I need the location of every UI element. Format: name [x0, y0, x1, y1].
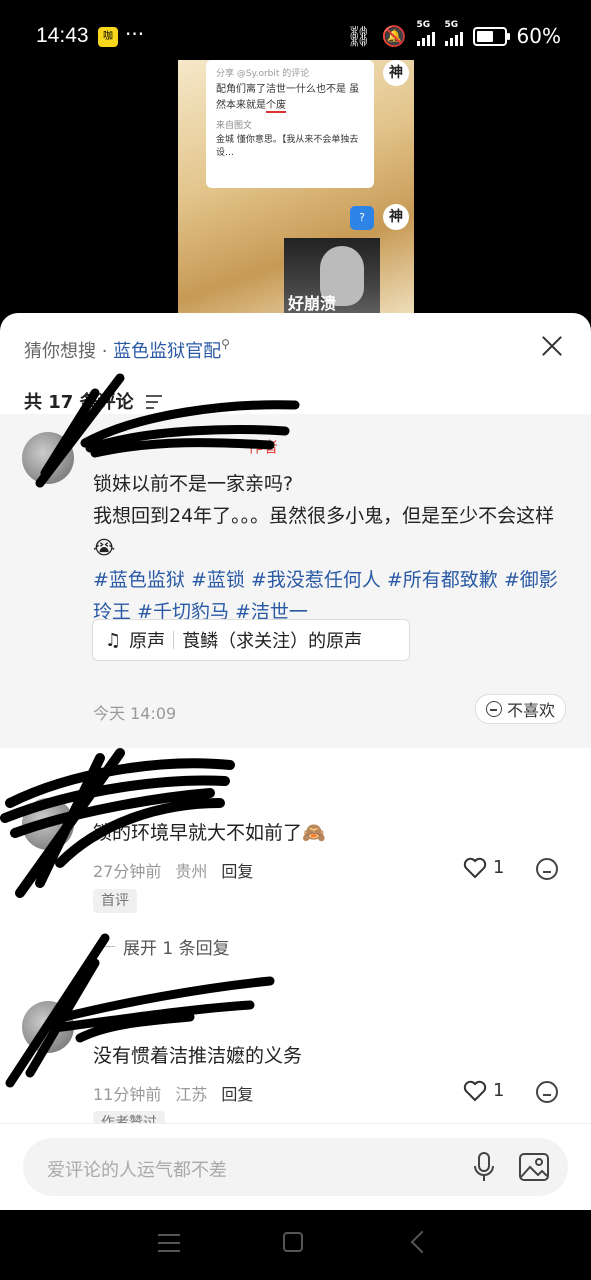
signal-icon: 5G: [416, 20, 435, 46]
meh-face-icon: [486, 701, 502, 717]
search-icon: ⚲: [221, 337, 230, 351]
sort-icon[interactable]: [146, 395, 162, 413]
avatar[interactable]: [22, 1001, 74, 1053]
comment-meta: 27分钟前 贵州 回复: [93, 858, 253, 882]
first-comment-tag: 首评: [93, 889, 137, 913]
god-avatar-icon: 神: [383, 60, 409, 86]
music-note-icon: ♫: [105, 629, 122, 651]
comment-text: 锁妹以前不是一家亲吗? 我想回到24年了。。。虽然很多小鬼，但是至少不会这样😭 …: [93, 468, 563, 628]
comment-input-bar: 爱评论的人运气都不差: [0, 1123, 591, 1210]
dislike-button[interactable]: 不喜欢: [475, 694, 567, 724]
avatar[interactable]: [22, 432, 74, 484]
suggested-query[interactable]: 蓝色监狱官配: [113, 341, 221, 362]
battery-icon: [472, 26, 510, 46]
comment-count: 共 17 条评论: [24, 392, 134, 413]
search-suggestion[interactable]: 猜你想搜 · 蓝色监狱官配⚲: [24, 337, 230, 363]
avatar[interactable]: [22, 798, 74, 850]
meh-face-icon[interactable]: [536, 858, 558, 880]
battery-percent: 60%: [516, 24, 561, 48]
comment-meta: 11分钟前 江苏 回复: [93, 1081, 253, 1105]
comment-text: 锁的环境早就大不如前了🙈: [93, 822, 326, 844]
share-line: 分享 @Sy.orbit 的评论: [216, 69, 310, 79]
question-bubble: ?: [350, 206, 374, 230]
manga-panel: 好崩溃: [284, 238, 380, 320]
like-count: 1: [493, 1080, 505, 1101]
app-notification-icon: 咖: [98, 27, 118, 47]
manga-caption: 好崩溃: [288, 294, 337, 313]
microphone-icon[interactable]: [473, 1152, 495, 1182]
mute-icon: 🔕: [381, 24, 407, 48]
image-icon[interactable]: [519, 1153, 549, 1181]
link-icon: ⛓: [346, 24, 372, 48]
quoted-text: 金城 懂你意思。【我从来不会单独去设…: [216, 135, 359, 158]
author-badge: 作者: [248, 438, 279, 456]
meh-face-icon[interactable]: [536, 1081, 558, 1103]
comment-time: 今天 14:09: [93, 704, 177, 723]
chat-card: 分享 @Sy.orbit 的评论 配角们离了洁世一什么也不是 虽然本来就是个废 …: [206, 60, 374, 188]
close-button[interactable]: [539, 333, 565, 359]
reply-button[interactable]: 回复: [221, 858, 253, 882]
more-notifications-icon: ···: [125, 22, 145, 46]
like-count: 1: [493, 857, 505, 878]
from-label: 来自图文: [216, 121, 253, 131]
system-nav-bar: [0, 1210, 591, 1280]
comment-input[interactable]: 爱评论的人运气都不差: [23, 1138, 568, 1196]
home-icon[interactable]: [283, 1232, 303, 1252]
author-comment: 作者 锁妹以前不是一家亲吗? 我想回到24年了。。。虽然很多小鬼，但是至少不会这…: [0, 414, 591, 748]
comment-panel: 猜你想搜 · 蓝色监狱官配⚲ 共 17 条评论 作者 锁妹以前不是一家亲吗? 我…: [0, 313, 591, 1210]
back-icon[interactable]: [410, 1230, 434, 1254]
comment-text: 没有惯着洁推洁嬷的义务: [93, 1045, 303, 1067]
menu-icon[interactable]: [158, 1234, 180, 1258]
like-heart-icon[interactable]: [463, 857, 487, 879]
video-player[interactable]: 分享 @Sy.orbit 的评论 配角们离了洁世一什么也不是 虽然本来就是个废 …: [178, 60, 414, 320]
status-indicators: ⛓ 🔕 5G 5G 60%: [346, 20, 561, 48]
signal-icon-2: 5G: [444, 20, 463, 46]
status-time: 14:43: [36, 24, 89, 47]
reply-button[interactable]: 回复: [221, 1081, 253, 1105]
music-chip[interactable]: ♫ 原声 莨鳞（求关注）的原声: [92, 619, 410, 661]
comment-line: 配角们离了洁世一什么也不是 虽然本来就是个废: [216, 84, 360, 113]
god-avatar-icon-2: 神: [383, 204, 409, 230]
like-heart-icon[interactable]: [463, 1080, 487, 1102]
expand-replies[interactable]: 展开 1 条回复: [95, 934, 230, 959]
